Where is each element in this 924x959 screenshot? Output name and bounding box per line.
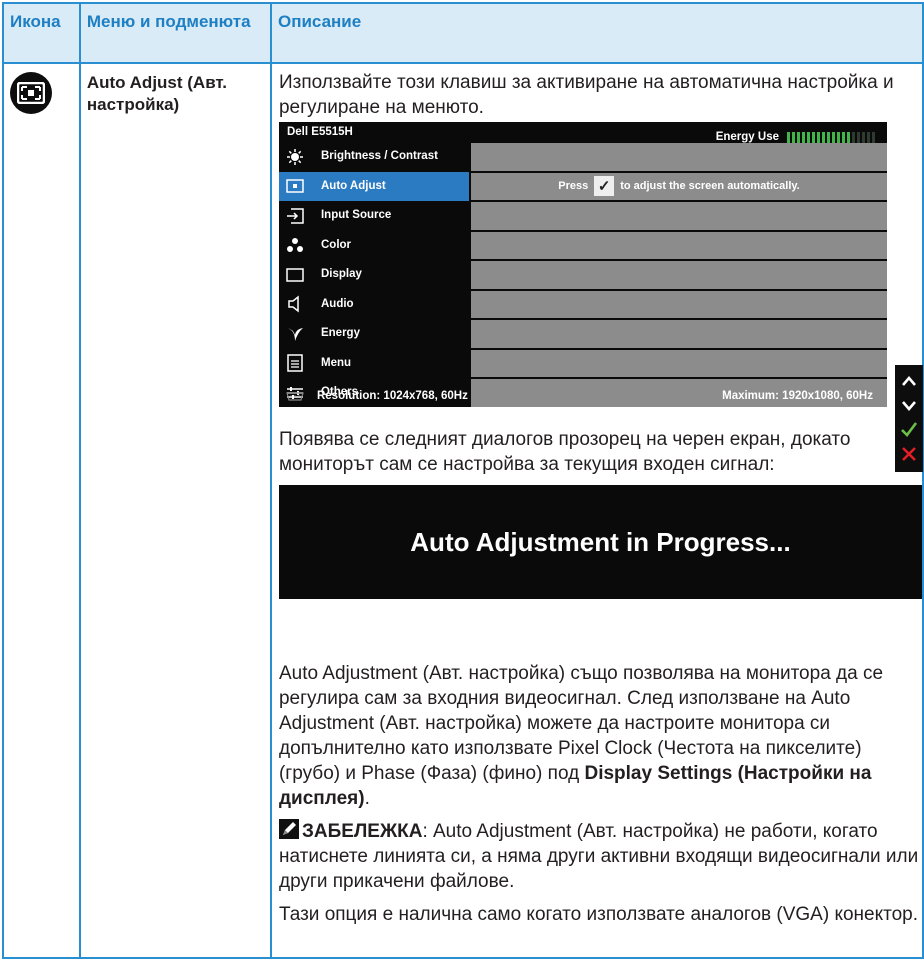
osd-menu-item[interactable]: Input Source: [279, 201, 887, 231]
header-icon: Икона: [2, 2, 81, 64]
osd-submenu-panel: [470, 202, 887, 230]
osd-submenu-panel: [470, 261, 887, 289]
color-icon: [279, 231, 311, 260]
audio-icon: [279, 290, 311, 319]
osd-menu-label: Menu: [320, 356, 352, 369]
osd-menu-item[interactable]: Menu: [279, 349, 887, 379]
osd-maximum: Maximum: 1920x1080, 60Hz: [722, 389, 873, 402]
vga-connector-icon: [279, 391, 311, 401]
input-source-icon: [279, 201, 311, 230]
table-row: Auto Adjust (Авт. настройка) Използвайте…: [2, 62, 924, 959]
osd-menu-label: Energy: [320, 327, 360, 340]
auto-adjust-icon: [10, 72, 52, 114]
osd-menu-item[interactable]: Auto Adjust Press ✓ to adjust the screen au…: [278, 171, 887, 202]
osd-menu-label: Color: [320, 238, 352, 251]
osd-menu-label: Brightness / Contrast: [320, 150, 438, 163]
auto-adjust-icon: [278, 171, 311, 201]
osd-menu-label: Auto Adjust: [310, 171, 469, 201]
note-pencil-icon: [278, 819, 299, 839]
display-icon: [279, 260, 311, 289]
osd-submenu-panel: [470, 349, 887, 377]
osd-menu-label: Input Source: [320, 209, 392, 222]
check-icon: ✓: [594, 176, 615, 197]
osd-menu-label: Display: [320, 268, 362, 281]
note-label: ЗАБЕЛЕЖКА: [301, 821, 423, 842]
osd-resolution: Resolution: 1024x768, 60Hz: [316, 389, 468, 402]
osd-model: Dell E5515H: [286, 125, 353, 138]
osd-submenu-panel: [470, 143, 887, 171]
settings-table: Икона Меню и подменюта Описание Auto Adj…: [2, 2, 924, 959]
osd-hint-press: Press: [558, 179, 589, 192]
icon-cell: [2, 62, 81, 959]
osd-footer: Resolution: 1024x768, 60Hz Maximum: 1920…: [279, 385, 887, 407]
osd-menu: Dell E5515H Energy Use Brightness / Cont…: [278, 122, 887, 408]
close-icon[interactable]: [901, 446, 917, 466]
osd-menu-item[interactable]: Display: [279, 260, 887, 290]
auto-adjust-paragraph: Auto Adjustment (Авт. настройка) също по…: [279, 661, 922, 811]
osd-menu-list: Brightness / Contrast Auto Adjust Press ✓ to…: [278, 142, 887, 408]
header-menu: Меню и подменюта: [78, 2, 272, 64]
paragraph-end: .: [364, 788, 370, 809]
down-arrow-icon[interactable]: [901, 396, 917, 416]
energy-icon: [279, 319, 311, 348]
table-header-row: Икона Меню и подменюта Описание: [2, 2, 924, 64]
auto-adjust-progress-dialog: Auto Adjustment in Progress...: [278, 485, 922, 599]
monitor-side-buttons: [895, 365, 923, 472]
description-cell: Използвайте този клавиш за активиране на…: [269, 62, 924, 959]
osd-hint-text: to adjust the screen automatically.: [620, 179, 800, 192]
osd-menu-item[interactable]: Energy: [279, 319, 887, 349]
osd-header: Dell E5515H Energy Use: [279, 122, 887, 143]
vga-only-text: Тази опция е налична само когато използв…: [278, 904, 919, 925]
osd-submenu-panel: [470, 320, 887, 348]
note-paragraph: ЗАБЕЛЕЖКА: Auto Adjustment (Авт. настрой…: [278, 819, 922, 894]
brightness-icon: [279, 142, 311, 171]
osd-menu-label: Audio: [320, 297, 354, 310]
osd-menu-item[interactable]: Audio: [279, 290, 887, 320]
header-description: Описание: [269, 2, 924, 64]
check-icon[interactable]: [900, 421, 918, 441]
menu-label: Auto Adjust (Авт. настройка): [78, 62, 272, 959]
osd-menu-item[interactable]: Color: [279, 231, 887, 261]
osd-menu-item[interactable]: Brightness / Contrast: [279, 142, 887, 172]
osd-submenu-panel: [470, 231, 887, 259]
intro-text: Използвайте този клавиш за активиране на…: [278, 72, 894, 118]
osd-submenu-panel: Press ✓ to adjust the screen automatically…: [470, 172, 887, 200]
up-arrow-icon[interactable]: [901, 371, 917, 391]
progress-text: Auto Adjustment in Progress...: [410, 526, 791, 557]
osd-submenu-panel: [470, 290, 887, 318]
menu-icon: [279, 349, 311, 378]
dialog-intro-text: Появява се следният диалогов прозорец на…: [278, 429, 851, 475]
